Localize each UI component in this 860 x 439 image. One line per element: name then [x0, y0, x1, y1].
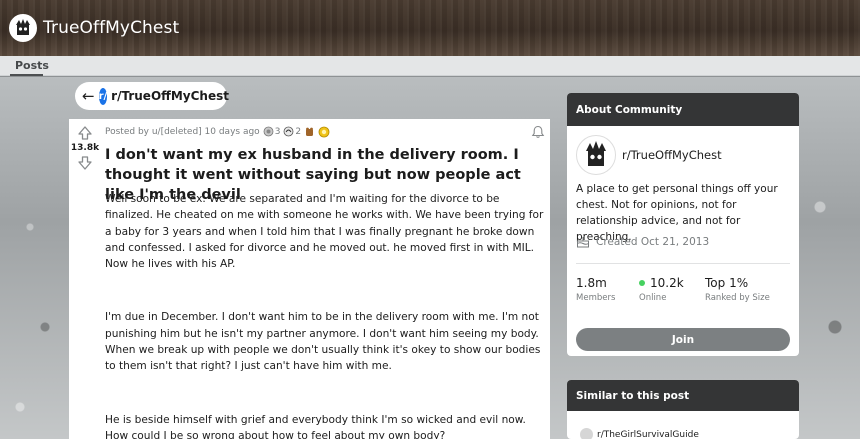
stat-label: Ranked by Size	[705, 293, 770, 303]
stat-members: 1.8m Members	[576, 276, 615, 303]
stat-online: 10.2k Online	[639, 276, 684, 303]
award-count: 3	[274, 126, 281, 137]
post-paragraph: He is beside himself with grief and ever…	[105, 413, 526, 439]
vote-count: 13.8k	[70, 143, 100, 153]
stats-divider	[576, 263, 790, 264]
award-count: 2	[295, 126, 302, 137]
similar-posts-card: Similar to this post r/TheGirlSurvivalGu…	[567, 380, 799, 439]
subreddit-banner: TrueOffMyChest	[0, 0, 860, 56]
subreddit-logo-icon	[12, 17, 34, 39]
award[interactable]: 3	[263, 126, 281, 137]
stat-rank: Top 1% Ranked by Size	[705, 276, 770, 303]
vote-column: 13.8k	[69, 119, 101, 171]
subreddit-logo-icon	[579, 138, 613, 172]
award-icon	[306, 127, 314, 136]
award[interactable]	[304, 126, 315, 137]
back-pill-label: r/TrueOffMyChest	[111, 89, 229, 103]
created-date: Created Oct 21, 2013	[576, 236, 709, 248]
stat-label: Members	[576, 293, 616, 303]
about-community-heading: About Community	[567, 93, 799, 126]
stat-label: Online	[639, 293, 667, 303]
stat-value: 1.8m	[576, 276, 607, 290]
stat-value-text: 10.2k	[650, 276, 684, 290]
post-paragraph: I'm due in December. I don't want him to…	[105, 311, 541, 373]
stat-value: Top 1%	[705, 276, 749, 290]
about-community-card: About Community r/TrueOffMyChest A place…	[567, 93, 799, 356]
similar-subreddit-label: r/TheGirlSurvivalGuide	[597, 429, 699, 439]
about-subreddit-avatar	[576, 135, 616, 175]
subreddit-r-icon: r/	[98, 87, 108, 105]
notification-bell-icon[interactable]	[531, 125, 545, 139]
post-card: 13.8k Posted by u/[deleted] 10 days ago …	[69, 119, 550, 439]
award-icon	[284, 126, 294, 137]
tab-active-indicator	[10, 74, 43, 76]
similar-subreddit-item[interactable]: r/TheGirlSurvivalGuide	[580, 428, 699, 439]
award[interactable]	[318, 126, 330, 138]
post-body: Well soon to be ex. We are separated and…	[105, 191, 545, 439]
upvote-icon[interactable]	[77, 125, 93, 141]
downvote-icon[interactable]	[77, 155, 93, 171]
posted-by-text: Posted by u/[deleted] 10 days ago	[105, 126, 260, 137]
award-icon	[318, 126, 330, 137]
back-to-subreddit-button[interactable]: ← r/ r/TrueOffMyChest	[75, 82, 229, 110]
back-arrow-icon: ←	[82, 86, 95, 105]
created-date-text: Created Oct 21, 2013	[596, 236, 710, 248]
online-indicator-icon	[639, 280, 645, 286]
tab-posts[interactable]: Posts	[15, 59, 49, 74]
about-subreddit[interactable]: r/TrueOffMyChest	[576, 135, 722, 175]
award-icon	[263, 126, 274, 137]
subreddit-title: TrueOffMyChest	[43, 18, 180, 38]
cake-icon	[577, 237, 589, 248]
post-meta: Posted by u/[deleted] 10 days ago 3 2	[105, 125, 330, 138]
subreddit-avatar-icon	[580, 428, 593, 439]
about-subreddit-name: r/TrueOffMyChest	[622, 148, 722, 162]
subreddit-avatar[interactable]	[9, 14, 37, 42]
similar-posts-heading: Similar to this post	[567, 380, 799, 411]
stat-value: 10.2k	[639, 276, 684, 290]
post-paragraph: Well soon to be ex. We are separated and…	[105, 193, 544, 271]
award[interactable]: 2	[283, 126, 301, 137]
tab-bar: Posts	[0, 56, 860, 76]
join-button[interactable]: Join	[576, 328, 790, 351]
